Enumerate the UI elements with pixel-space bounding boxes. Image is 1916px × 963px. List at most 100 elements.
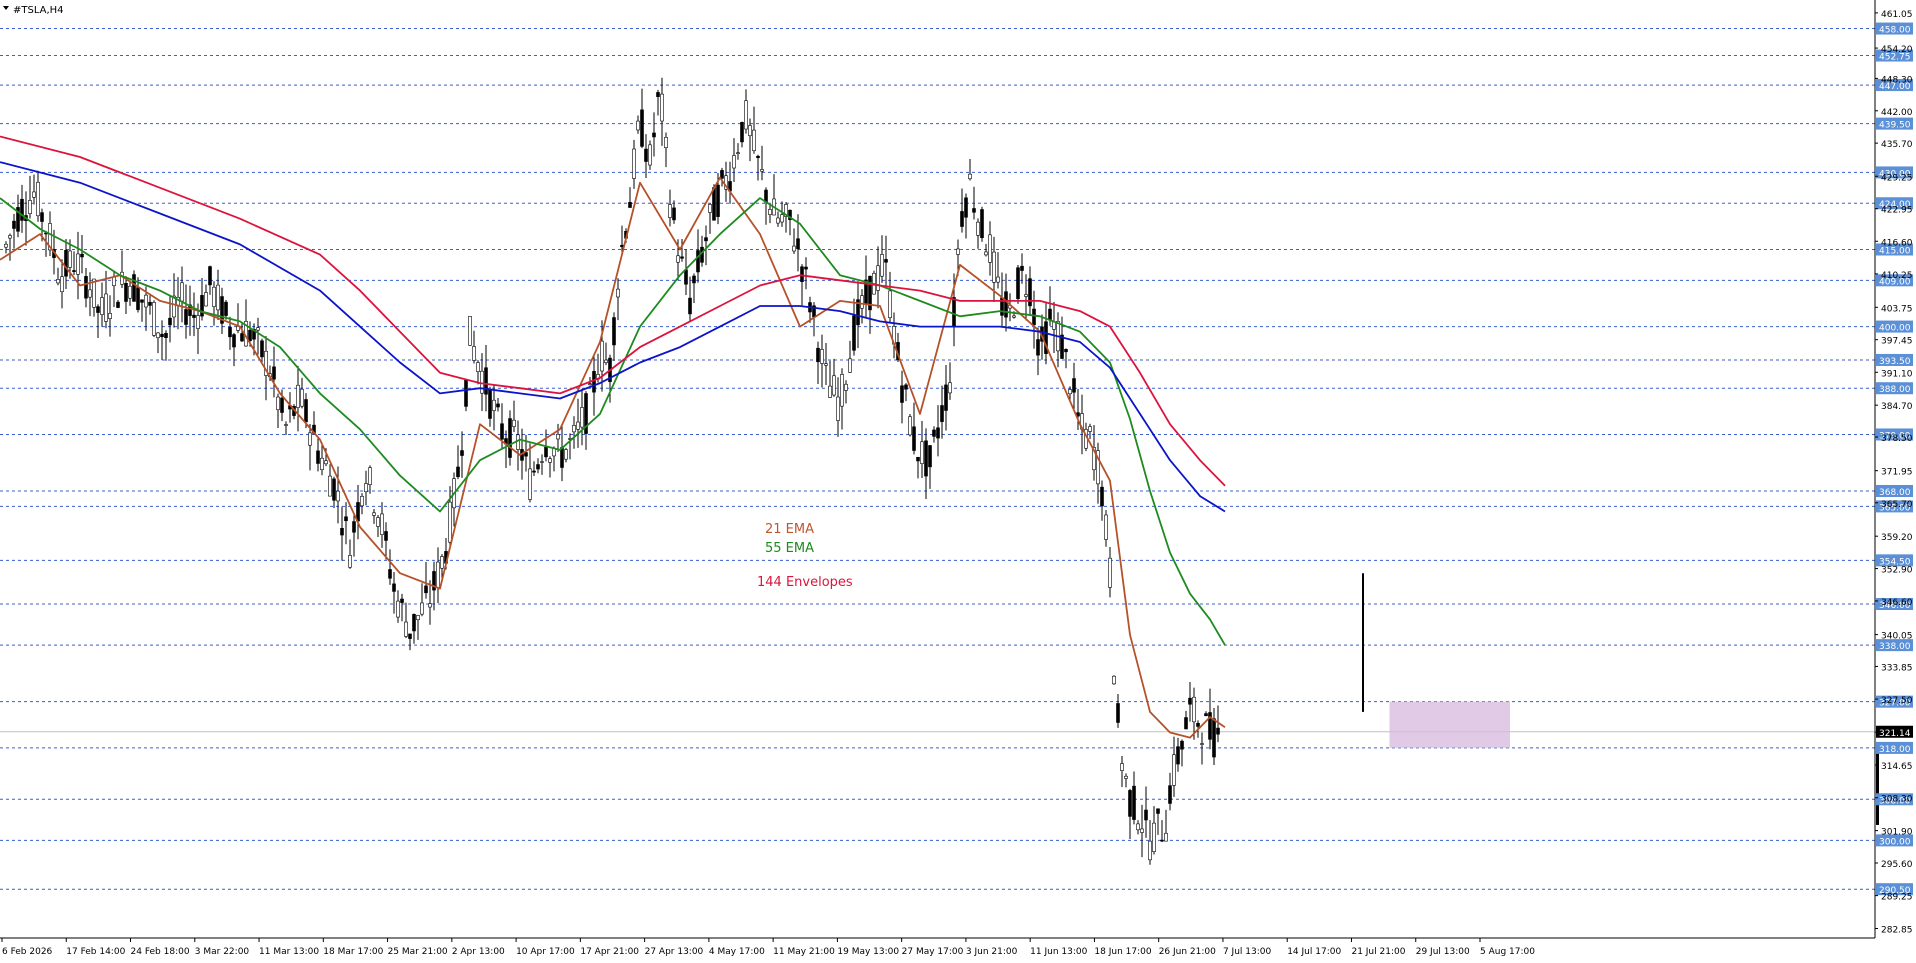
y-tick-label: 346.60 [1881,598,1913,608]
candle-body [496,403,500,408]
candle-body [1104,514,1108,540]
candle-body [736,152,740,155]
candle-body [792,245,796,252]
candle-body [156,332,160,339]
candle-body [796,238,800,250]
candle-body [920,441,924,464]
candle-body [516,434,520,450]
candle-body [480,370,484,394]
legend-env144: 144 Envelopes [757,575,853,590]
y-tick-label: 314.65 [1881,762,1913,772]
candle-body [836,396,840,421]
candle-body [664,137,668,148]
candle-body [1200,743,1204,745]
x-tick-label: 18 Jun 17:00 [1094,947,1151,957]
candle-body [112,276,116,287]
candle-body [832,375,836,396]
candle-body [408,633,412,639]
candle-body [528,468,532,500]
candle-body [160,333,164,338]
candle-body [980,209,984,239]
candle-body [36,181,40,217]
candle-body [476,362,480,372]
y-tick-label: 416.60 [1881,238,1913,248]
candle-body [524,452,528,457]
level-label: 400.00 [1879,324,1911,334]
y-tick-label: 340.05 [1881,632,1913,642]
x-tick-label: 11 Jun 13:00 [1030,947,1087,957]
candle-body [1172,754,1176,786]
candle-body [324,460,328,465]
y-tick-label: 308.30 [1881,795,1913,805]
candle-body [440,556,444,569]
candle-body [392,583,396,592]
candle-body [256,327,260,331]
candle-body [940,405,944,422]
candle-body [344,516,348,522]
candle-body [604,359,608,363]
x-tick-label: 26 Jun 21:00 [1159,947,1216,957]
y-tick-label: 282.85 [1881,925,1913,935]
highlight-zone [1389,701,1510,748]
candle-body [588,383,592,386]
candle-body [484,367,488,395]
y-tick-label: 410.25 [1881,271,1913,281]
candle-body [888,290,892,318]
candle-body [876,265,880,291]
x-tick-label: 21 Jul 21:00 [1351,947,1405,957]
candle-body [280,397,284,413]
candle-body [64,250,68,277]
candle-body [104,293,108,322]
candle-body [548,458,552,463]
candle-body [8,235,12,239]
y-tick-label: 365.70 [1881,500,1913,510]
candle-body [672,207,676,221]
candle-body [1068,389,1072,395]
candle-body [192,314,196,318]
candle-body [40,212,44,222]
candle-body [28,200,32,214]
candle-body [144,294,148,308]
candle-body [212,286,216,307]
chart-background [0,0,1916,963]
candle-body [960,211,964,227]
x-tick-label: 24 Feb 18:00 [131,947,190,957]
x-tick-label: 7 Jul 13:00 [1223,947,1272,957]
level-label: 439.50 [1879,121,1911,131]
candle-body [108,313,112,320]
candle-body [228,326,232,338]
candle-body [820,349,824,364]
candle-body [72,270,76,272]
candle-body [640,109,644,147]
candle-body [804,266,808,270]
candle-body [560,447,564,468]
y-tick-label: 391.10 [1881,369,1913,379]
candle-body [800,266,804,282]
y-tick-label: 295.60 [1881,860,1913,870]
candle-body [1020,265,1024,271]
y-tick-label: 397.45 [1881,337,1913,347]
y-tick-label: 384.70 [1881,402,1913,412]
chart-title[interactable]: #TSLA,H4 [3,5,64,16]
x-tick-label: 4 May 17:00 [709,947,765,957]
x-tick-label: 2 Apr 13:00 [452,947,505,957]
chart-canvas: 458.00452.75447.00439.50430.00424.00415.… [0,0,1916,963]
candle-body [1128,790,1132,817]
candle-body [1004,291,1008,318]
candle-body [1188,697,1192,705]
candle-body [1072,378,1076,393]
candle-body [1028,278,1032,307]
candle-body [248,329,252,342]
candle-body [732,155,736,169]
candle-body [224,301,228,316]
candle-body [884,259,888,263]
x-tick-label: 11 Mar 13:00 [259,947,319,957]
candle-body [564,449,568,460]
candle-body [576,421,580,430]
candle-body [180,282,184,302]
level-label: 338.00 [1879,642,1911,652]
candle-body [260,340,264,358]
candle-body [364,483,368,493]
level-label: 388.00 [1879,385,1911,395]
candle-body [428,603,432,608]
